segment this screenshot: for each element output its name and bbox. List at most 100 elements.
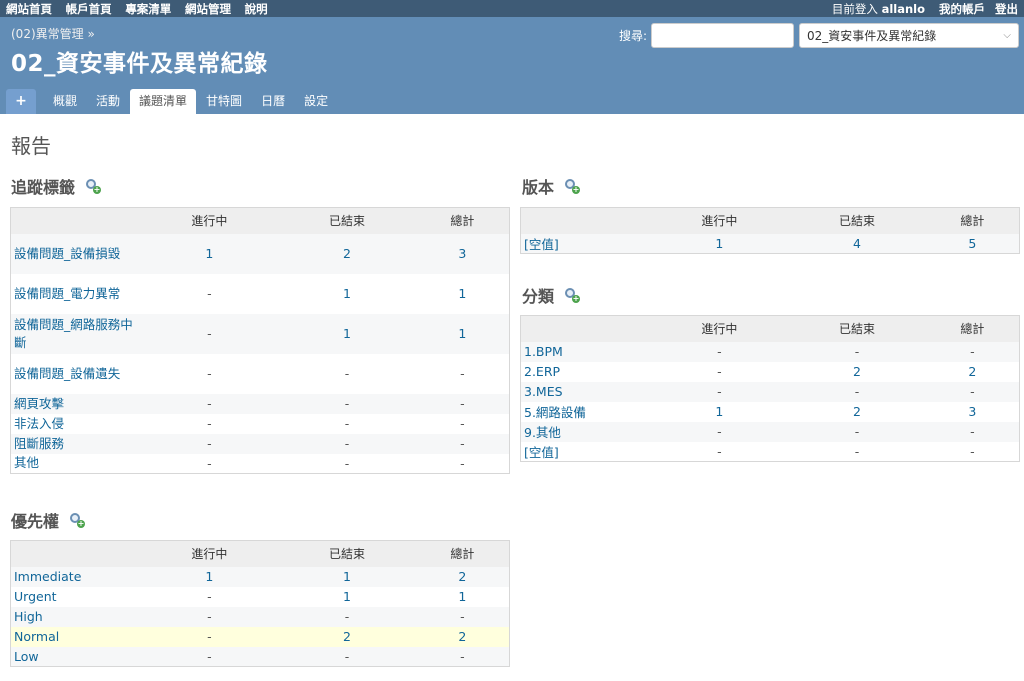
count-link-total[interactable]: 2 — [458, 569, 466, 584]
count-link-open[interactable]: 1 — [205, 246, 213, 261]
count-link-closed[interactable]: 2 — [853, 404, 861, 419]
cell-open: - — [650, 361, 789, 382]
cell-open: - — [140, 273, 279, 314]
row-name-link[interactable]: Low — [14, 649, 39, 664]
top-link-home[interactable]: 網站首頁 — [6, 2, 52, 16]
row-name-link[interactable]: 9.其他 — [524, 425, 561, 440]
row-name-cell: [空值] — [520, 441, 651, 462]
row-name-link[interactable]: 設備問題_電力異常 — [14, 286, 120, 301]
count-link-total[interactable]: 5 — [968, 236, 976, 251]
row-name-cell: 1.BPM — [520, 341, 651, 362]
tab-settings[interactable]: 設定 — [295, 89, 337, 114]
zoom-in-icon[interactable]: + — [564, 178, 581, 194]
count-link-total[interactable]: 3 — [968, 404, 976, 419]
my-account-link[interactable]: 我的帳戶 — [939, 1, 985, 17]
row-name-cell: 網頁攻擊 — [10, 393, 141, 414]
main-menu: + 概觀 活動 議題清單 甘特圖 日曆 設定 — [6, 89, 338, 114]
row-name-cell: 設備問題_設備損毀 — [10, 233, 141, 274]
table-row: 設備問題_電力異常 - 1 1 — [10, 273, 510, 314]
row-name-link[interactable]: 1.BPM — [524, 344, 563, 359]
project-jump-select[interactable]: 02_資安事件及異常紀錄 ⌵ — [799, 23, 1019, 48]
row-name-link[interactable]: 非法入侵 — [14, 416, 64, 431]
row-name-cell: 2.ERP — [520, 361, 651, 382]
row-name-link[interactable]: 阻斷服務 — [14, 436, 64, 451]
zoom-in-icon[interactable]: + — [69, 512, 86, 528]
tab-overview[interactable]: 概觀 — [44, 89, 86, 114]
row-name-link[interactable]: High — [14, 609, 43, 624]
count-link-total[interactable]: 2 — [968, 364, 976, 379]
row-name-cell: Urgent — [10, 586, 141, 607]
top-link-projects[interactable]: 專案清單 — [125, 2, 171, 16]
cell-open: - — [140, 353, 279, 394]
column-closed: 已結束 — [788, 207, 926, 234]
cell-total: - — [415, 606, 510, 627]
count-link-closed[interactable]: 4 — [853, 236, 861, 251]
count-link-open[interactable]: 1 — [205, 569, 213, 584]
row-name-link[interactable]: [空值] — [524, 445, 559, 460]
logged-as-username[interactable]: allanlo — [882, 2, 925, 16]
tab-gantt[interactable]: 甘特圖 — [197, 89, 251, 114]
table-row: Urgent - 1 1 — [10, 586, 510, 607]
row-name-link[interactable]: 3.MES — [524, 384, 563, 399]
cell-open: - — [140, 313, 279, 354]
count-link-closed[interactable]: 2 — [343, 246, 351, 261]
count-link-closed[interactable]: 1 — [343, 286, 351, 301]
row-name-link[interactable]: Normal — [14, 629, 59, 644]
cell-open: - — [140, 606, 279, 627]
count-link-total[interactable]: 1 — [458, 286, 466, 301]
count-link-closed[interactable]: 2 — [853, 364, 861, 379]
table-row: 設備問題_網路服務中斷 - 1 1 — [10, 313, 510, 354]
cell-total: 5 — [925, 233, 1020, 254]
cell-closed: 4 — [788, 233, 926, 254]
logout-link[interactable]: 登出 — [995, 1, 1018, 17]
table-row: 5.網路設備 1 2 3 — [520, 401, 1020, 422]
top-link-administration[interactable]: 網站管理 — [185, 2, 231, 16]
breadcrumb: (02)異常管理 » — [11, 25, 95, 42]
row-name-link[interactable]: 2.ERP — [524, 364, 560, 379]
top-link-my-page[interactable]: 帳戶首頁 — [66, 2, 112, 16]
tab-activity[interactable]: 活動 — [87, 89, 129, 114]
row-name-cell: 阻斷服務 — [10, 433, 141, 454]
cell-closed: - — [278, 413, 416, 434]
count-link-total[interactable]: 1 — [458, 589, 466, 604]
zoom-in-icon[interactable]: + — [564, 287, 581, 303]
tracker-section-title: 追蹤標籤 + — [11, 174, 102, 198]
count-link-closed[interactable]: 2 — [343, 629, 351, 644]
column-closed: 已結束 — [788, 315, 926, 342]
row-name-link[interactable]: [空值] — [524, 237, 559, 252]
zoom-in-icon[interactable]: + — [85, 178, 102, 194]
search-input[interactable] — [651, 23, 794, 48]
count-link-closed[interactable]: 1 — [343, 589, 351, 604]
cell-open: - — [140, 453, 279, 474]
cell-total: 3 — [925, 401, 1020, 422]
cell-closed: 2 — [278, 233, 416, 274]
row-name-link[interactable]: 設備問題_設備損毀 — [14, 246, 120, 261]
count-link-open[interactable]: 1 — [715, 404, 723, 419]
tab-issues[interactable]: 議題清單 — [130, 89, 197, 114]
count-link-closed[interactable]: 1 — [343, 326, 351, 341]
breadcrumb-parent-link[interactable]: (02)異常管理 » — [11, 27, 95, 41]
tab-calendar[interactable]: 日曆 — [252, 89, 294, 114]
count-link-total[interactable]: 2 — [458, 629, 466, 644]
row-name-link[interactable]: Urgent — [14, 589, 57, 604]
row-name-link[interactable]: 設備問題_設備遺失 — [14, 366, 120, 381]
priority-title: 優先權 — [11, 512, 60, 531]
cell-total: - — [925, 341, 1020, 362]
row-name-link[interactable]: 5.網路設備 — [524, 405, 586, 420]
cell-closed: - — [788, 441, 926, 462]
row-name-link[interactable]: Immediate — [14, 569, 81, 584]
count-link-total[interactable]: 1 — [458, 326, 466, 341]
row-name-link[interactable]: 網頁攻擊 — [14, 396, 64, 411]
count-link-total[interactable]: 3 — [458, 246, 466, 261]
cell-total: 1 — [415, 273, 510, 314]
row-name-link[interactable]: 設備問題_網路服務中斷 — [14, 317, 133, 350]
count-link-open[interactable]: 1 — [715, 236, 723, 251]
tab-new-issue[interactable]: + — [6, 89, 36, 114]
row-name-cell: Low — [10, 646, 141, 667]
top-link-help[interactable]: 說明 — [245, 2, 268, 16]
table-row: [空值] 1 4 5 — [520, 233, 1020, 254]
count-link-closed[interactable]: 1 — [343, 569, 351, 584]
row-name-link[interactable]: 其他 — [14, 455, 39, 470]
table-row: Low - - - — [10, 646, 510, 667]
cell-open: 1 — [650, 401, 789, 422]
